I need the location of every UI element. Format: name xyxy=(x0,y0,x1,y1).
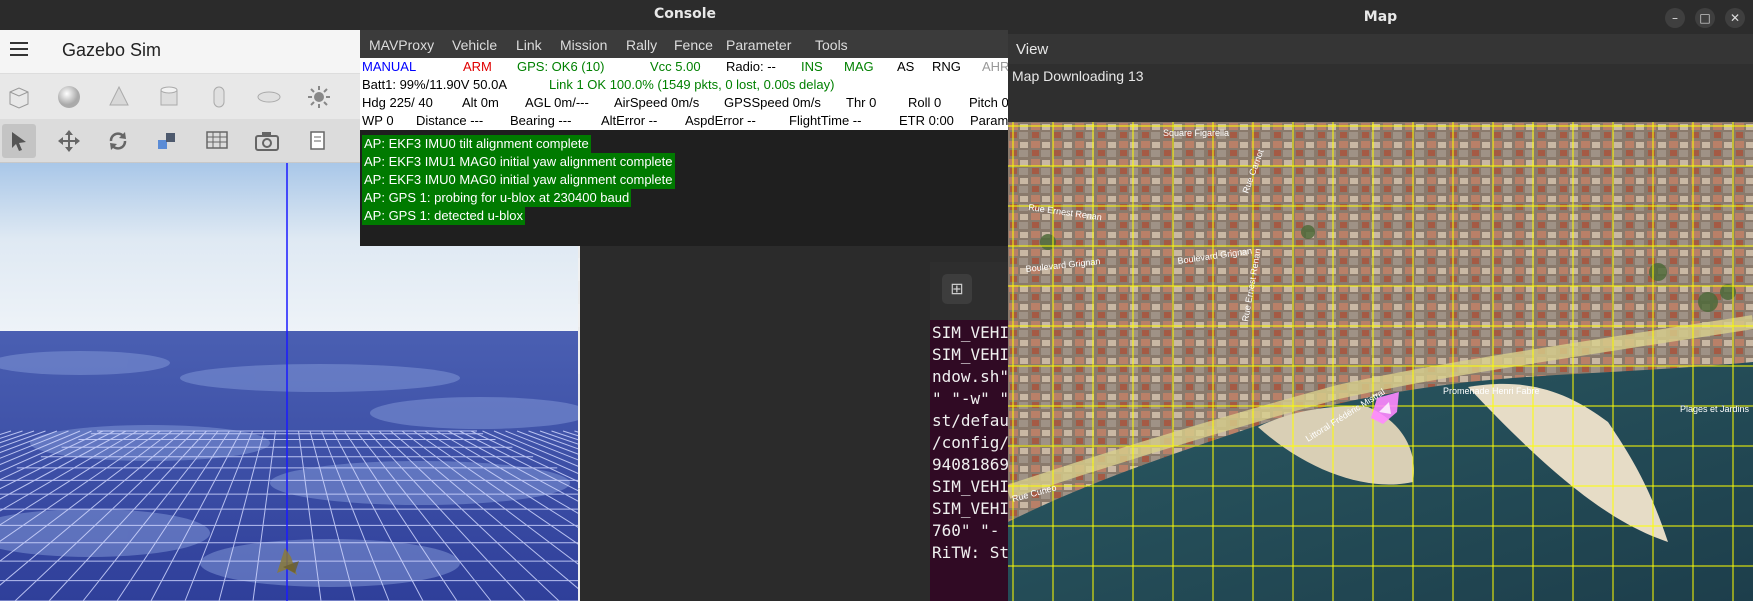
capsule-shape-icon[interactable] xyxy=(202,80,236,114)
new-tab-icon[interactable]: ⊞ xyxy=(942,274,972,304)
status-field: MAG xyxy=(844,59,874,74)
menu-link[interactable]: Link xyxy=(516,37,542,53)
sphere-shape-icon[interactable] xyxy=(52,80,86,114)
status-field: AS xyxy=(897,59,915,74)
transform-control-icon[interactable] xyxy=(150,124,184,158)
status-field: AspdError -- xyxy=(685,113,756,128)
sun-light-icon[interactable] xyxy=(302,80,336,114)
status-field: Bearing --- xyxy=(510,113,572,128)
entity-item[interactable]: default xyxy=(578,527,580,557)
close-icon[interactable]: ✕ xyxy=(1725,8,1745,28)
map-label: Square Figarella xyxy=(1163,128,1229,138)
translate-icon[interactable] xyxy=(52,124,86,158)
menu-view[interactable]: View xyxy=(1016,41,1048,58)
status-row: Hdg 225/ 40 Alt 0m AGL 0m/--- AirSpeed 0m/s… xyxy=(362,94,1010,112)
status-field: AHR xyxy=(982,59,1010,74)
map-statusbar: Map Downloading 13 xyxy=(1008,64,1753,122)
status-field: Distance --- xyxy=(416,113,484,128)
grid-config-icon[interactable] xyxy=(200,124,234,158)
status-field: Vcc 5.00 xyxy=(650,59,701,74)
console-menubar: MAVProxy Vehicle Link Mission Rally Fence Para… xyxy=(360,30,1010,58)
status-field: Radio: -- xyxy=(726,59,776,74)
menu-mavproxy[interactable]: MAVProxy xyxy=(369,37,434,53)
maximize-icon[interactable]: □ xyxy=(1695,8,1715,28)
property-row[interactable]: +System Plugin Info xyxy=(578,350,580,376)
status-field: Param xyxy=(970,113,1009,128)
map-label: Plages et Jardins xyxy=(1680,404,1750,414)
status-field: AGL 0m/--- xyxy=(525,95,589,110)
map-titlebar[interactable]: Map – □ ✕ xyxy=(1008,0,1753,34)
status-field: ETR 0:00 xyxy=(899,113,954,128)
mavproxy-console-window: Console MAVProxy Vehicle Link Mission Rally F… xyxy=(360,0,1010,246)
status-field: INS xyxy=(801,59,823,74)
status-field: FlightTime -- xyxy=(789,113,862,128)
console-titlebar[interactable]: Console xyxy=(360,0,1010,30)
menu-fence[interactable]: Fence xyxy=(674,37,713,53)
log-line: AP: EKF3 IMU0 tilt alignment complete xyxy=(362,135,591,153)
status-field: MANUAL xyxy=(362,59,417,74)
rotate-icon[interactable] xyxy=(101,124,135,158)
log-line: AP: GPS 1: detected u-blox xyxy=(362,207,525,225)
status-field: Roll 0 xyxy=(908,95,942,110)
status-field: GPS: OK6 (10) xyxy=(517,59,605,74)
status-field: Batt1: 99%/11.90V 50.0A xyxy=(362,77,508,92)
property-row[interactable]: Scene xyxy=(578,374,580,400)
select-arrow-icon[interactable] xyxy=(2,124,36,158)
status-field: Pitch 0 xyxy=(969,95,1009,110)
copy-icon[interactable] xyxy=(300,124,334,158)
status-field: Link 1 OK 100.0% (1549 pkts, 0 lost, 0.0… xyxy=(549,77,835,92)
cylinder-shape-icon[interactable] xyxy=(152,80,186,114)
log-line: AP: EKF3 IMU1 MAG0 initial yaw alignment… xyxy=(362,153,675,171)
status-field: Hdg 225/ 40 xyxy=(362,95,433,110)
component-inspector: AtmospherePhysics Collision DetectorRend… xyxy=(578,200,580,601)
status-field: RNG xyxy=(932,59,961,74)
hamburger-menu-icon[interactable] xyxy=(10,42,28,56)
menu-mission[interactable]: Mission xyxy=(560,37,607,53)
console-log: AP: EKF3 IMU0 tilt alignment complete AP:… xyxy=(360,130,1010,246)
status-field: AirSpeed 0m/s xyxy=(614,95,700,110)
menu-rally[interactable]: Rally xyxy=(626,37,657,53)
log-line: AP: EKF3 IMU0 MAG0 initial yaw alignment… xyxy=(362,171,675,189)
map-label: Promenade Henri Fabre xyxy=(1443,386,1540,396)
screenshot-camera-icon[interactable] xyxy=(250,124,284,158)
map-download-status: Map Downloading 13 xyxy=(1012,68,1144,84)
status-field: Alt 0m xyxy=(462,95,499,110)
map-menubar: View xyxy=(1008,34,1753,64)
status-field: Thr 0 xyxy=(846,95,877,110)
status-field: AltError -- xyxy=(601,113,658,128)
map-title: Map xyxy=(1363,9,1398,25)
entity-tree-header: Entity Tree xyxy=(578,488,580,528)
entity-item[interactable]: ›axes xyxy=(578,554,580,584)
menu-tools[interactable]: Tools xyxy=(815,37,848,53)
console-status-panel: MANUAL ARM GPS: OK6 (10) Vcc 5.00 Radio: -- I… xyxy=(360,58,1010,130)
box-shape-icon[interactable] xyxy=(2,80,36,114)
minimize-icon[interactable]: – xyxy=(1665,8,1685,28)
entity-item[interactable]: ›waves xyxy=(578,581,580,601)
status-row: WP 0 Distance --- Bearing --- AltError -- As… xyxy=(362,112,1010,130)
cone-shape-icon[interactable] xyxy=(102,80,136,114)
status-field: GPSSpeed 0m/s xyxy=(724,95,821,110)
menu-parameter[interactable]: Parameter xyxy=(726,37,791,53)
menu-vehicle[interactable]: Vehicle xyxy=(452,37,497,53)
ellipsoid-shape-icon[interactable] xyxy=(252,80,286,114)
status-field: ARM xyxy=(463,59,492,74)
console-title: Console xyxy=(653,6,717,22)
status-field: WP 0 xyxy=(362,113,394,128)
log-line: AP: GPS 1: probing for u-blox at 230400 … xyxy=(362,189,632,207)
app-title: Gazebo Sim xyxy=(62,40,162,60)
status-row: Batt1: 99%/11.90V 50.0A Link 1 OK 100.0% … xyxy=(362,76,1010,94)
satellite-map[interactable]: Square Figarella Rue Ernest Renan Boulevar… xyxy=(1008,122,1753,601)
map-window: Map – □ ✕ View Map Downloading 13 Square… xyxy=(1008,0,1753,601)
status-row: MANUAL ARM GPS: OK6 (10) Vcc 5.00 Radio: -- I… xyxy=(362,58,1010,76)
